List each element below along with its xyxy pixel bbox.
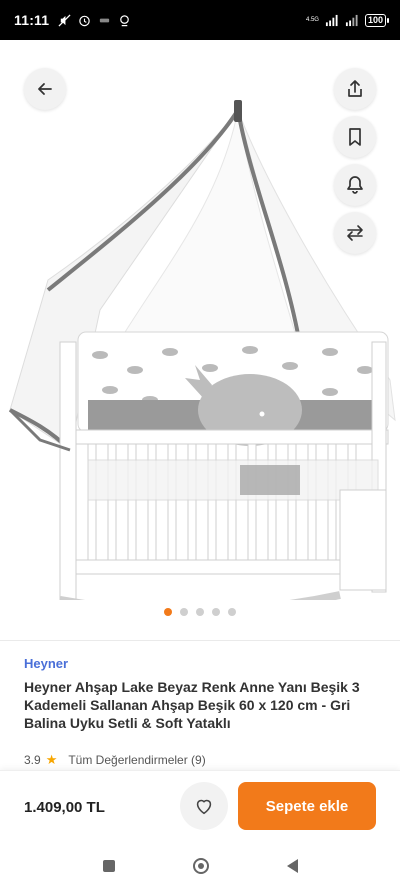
mute-icon — [57, 13, 71, 27]
share-button[interactable] — [334, 68, 376, 110]
gallery-dot[interactable] — [164, 608, 172, 616]
status-bar: 11:11 4.5G 100 — [0, 0, 400, 40]
alarm-icon — [77, 13, 91, 27]
product-title: Heyner Ahşap Lake Beyaz Renk Anne Yanı B… — [24, 679, 360, 731]
network-type: 4.5G — [305, 16, 319, 23]
rating-value: 3.9 — [24, 753, 41, 767]
price-alarm-button[interactable] — [334, 164, 376, 206]
gallery-dot[interactable] — [228, 608, 236, 616]
price: 1.409,00 TL — [24, 799, 105, 816]
arrow-left-icon — [38, 83, 52, 95]
share-icon — [348, 80, 362, 97]
home-icon[interactable] — [192, 858, 209, 874]
rating-row[interactable]: 3.9 ★ Tüm Değerlendirmeler (9) — [24, 752, 206, 768]
divider — [0, 640, 400, 641]
system-back-icon[interactable] — [286, 859, 298, 873]
add-to-cart-bar: 1.409,00 TL Sepete ekle — [0, 770, 400, 844]
system-nav-bar — [0, 844, 400, 888]
product-image — [8, 100, 396, 600]
product-image-gallery[interactable] — [0, 40, 400, 640]
gallery-dot[interactable] — [196, 608, 204, 616]
signal-icon — [325, 13, 339, 27]
gallery-dot[interactable] — [180, 608, 188, 616]
app-notification-icon — [97, 13, 111, 27]
signal-icon-2 — [345, 13, 359, 27]
gallery-pagination[interactable] — [0, 608, 400, 616]
location-icon — [117, 13, 131, 27]
compare-arrows-icon — [347, 225, 363, 241]
all-reviews-link[interactable]: Tüm Değerlendirmeler (9) — [68, 753, 205, 767]
bookmark-button[interactable] — [334, 116, 376, 158]
gallery-dot[interactable] — [212, 608, 220, 616]
status-time: 11:11 — [14, 12, 50, 28]
brand-link[interactable]: Heyner — [24, 656, 68, 671]
heart-icon — [196, 799, 212, 815]
back-button[interactable] — [24, 68, 66, 110]
star-icon: ★ — [45, 752, 58, 767]
recent-apps-icon[interactable] — [102, 860, 115, 872]
product-detail-page: 11:11 4.5G 100 Heyner Heyner Ahşap Lake … — [0, 0, 400, 888]
bell-icon — [347, 176, 363, 194]
bookmark-icon — [349, 128, 361, 146]
battery-indicator: 100 — [364, 13, 390, 27]
add-to-cart-button[interactable]: Sepete ekle — [238, 782, 376, 830]
compare-button[interactable] — [334, 212, 376, 254]
favorite-button[interactable] — [180, 782, 228, 830]
